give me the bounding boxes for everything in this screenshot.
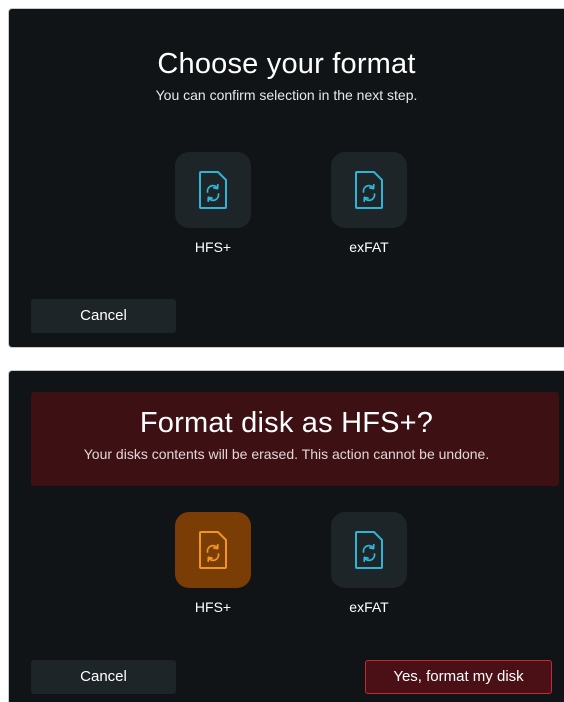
format-option-hfs[interactable] [175,512,251,588]
confirm-format-screen: Format disk as HFS+? Your disks contents… [8,370,564,702]
format-option-exfat[interactable] [331,512,407,588]
choose-format-screen: Choose your format You can confirm selec… [8,8,564,348]
disk-format-icon [198,530,228,570]
cancel-button[interactable]: Cancel [31,660,176,694]
warning-message: Your disks contents will be erased. This… [83,446,490,462]
cancel-button[interactable]: Cancel [31,299,176,333]
disk-format-icon [198,170,228,210]
screen-title: Format disk as HFS+? [139,407,434,439]
format-option-hfs[interactable] [175,152,251,228]
screen-title: Choose your format [157,48,416,80]
disk-format-icon [354,170,384,210]
format-label-exfat: exFAT [349,599,389,615]
format-label-hfs: HFS+ [194,239,232,255]
format-label-exfat: exFAT [349,239,389,255]
format-label-hfs: HFS+ [194,599,232,615]
format-option-exfat[interactable] [331,152,407,228]
confirm-format-button[interactable]: Yes, format my disk [365,660,552,694]
screen-subtitle: You can confirm selection in the next st… [155,87,418,103]
disk-format-icon [354,530,384,570]
